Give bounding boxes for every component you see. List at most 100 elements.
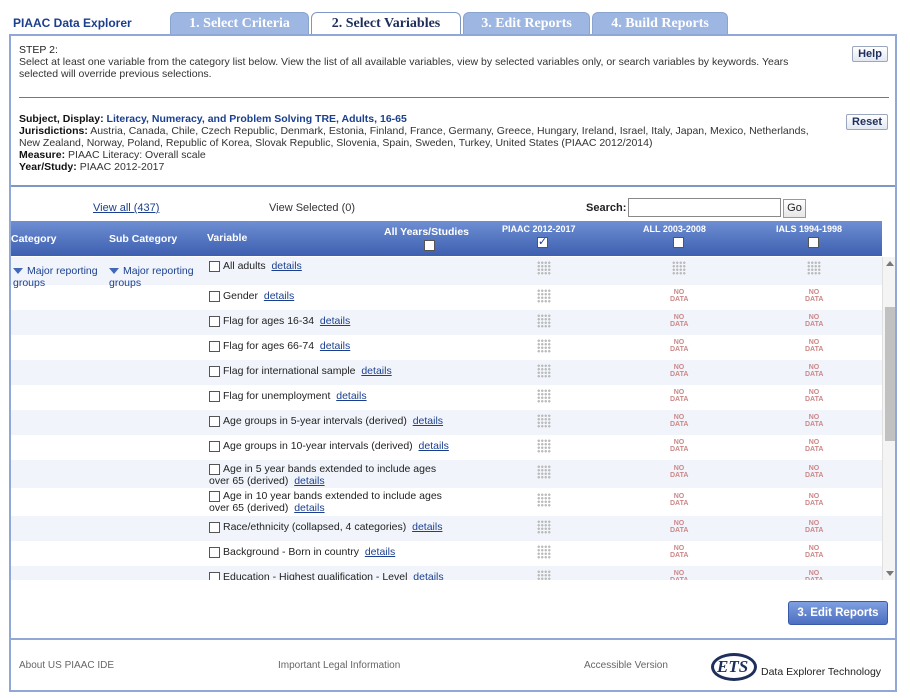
details-link[interactable]: details [413, 415, 443, 427]
variable-checkbox[interactable] [209, 390, 220, 402]
no-data-icon: NODATA [805, 389, 824, 403]
details-link[interactable]: details [320, 340, 350, 352]
variable-checkbox[interactable] [209, 521, 220, 533]
list-scrollbar[interactable] [882, 257, 895, 580]
step-text: Select at least one variable from the ca… [19, 56, 789, 80]
grid-icon[interactable] [537, 389, 551, 403]
edit-reports-button[interactable]: 3. Edit Reports [788, 601, 888, 625]
no-data-icon: NODATA [670, 465, 689, 479]
grid-icon[interactable] [807, 261, 821, 275]
grid-icon[interactable] [537, 364, 551, 378]
no-data-icon: NODATA [670, 520, 689, 534]
accessible-version-link[interactable]: Accessible Version [584, 660, 668, 671]
variable-checkbox[interactable] [209, 463, 220, 475]
grid-icon[interactable] [537, 520, 551, 534]
details-link[interactable]: details [264, 290, 294, 302]
details-link[interactable]: details [413, 571, 443, 580]
variable-checkbox[interactable] [209, 315, 220, 327]
table-row: Major reporting groups Major reporting g… [11, 257, 882, 289]
grid-icon[interactable] [537, 339, 551, 353]
no-data-icon: NODATA [805, 414, 824, 428]
tab-select-variables[interactable]: 2. Select Variables [311, 12, 461, 35]
go-button[interactable]: Go [783, 199, 806, 218]
tab-build-reports[interactable]: 4. Build Reports [592, 12, 728, 34]
footer-divider [11, 638, 895, 640]
grid-icon[interactable] [537, 493, 551, 507]
variable-checkbox[interactable] [209, 440, 220, 452]
no-data-icon: NODATA [805, 465, 824, 479]
scroll-up-icon[interactable] [886, 261, 894, 266]
variable-checkbox[interactable] [209, 290, 220, 302]
all-years-checkbox[interactable] [424, 240, 435, 251]
table-row: Flag for ages 66-74 details NO DATA NO DAT… [11, 335, 882, 360]
details-link[interactable]: details [271, 260, 301, 272]
table-header: Category Sub Category Variable All Years… [11, 221, 882, 256]
no-data-icon: NODATA [670, 364, 689, 378]
details-link[interactable]: details [294, 475, 324, 487]
header-all-2003: ALL 2003-2008 [643, 224, 706, 234]
grid-icon[interactable] [537, 570, 551, 580]
table-row: Age in 5 year bands extended to include … [11, 460, 882, 488]
no-data-icon: NODATA [670, 314, 689, 328]
details-link[interactable]: details [365, 546, 395, 558]
details-link[interactable]: details [412, 521, 442, 533]
no-data-icon: NODATA [670, 493, 689, 507]
variable-checkbox[interactable] [209, 415, 220, 427]
grid-icon[interactable] [537, 439, 551, 453]
variable-item: Flag for ages 16-34 details [209, 315, 350, 327]
search-input[interactable] [628, 198, 781, 217]
piaac-checkbox[interactable] [537, 235, 548, 248]
grid-icon[interactable] [537, 289, 551, 303]
table-row: Flag for unemployment details NO DATA NO D… [11, 385, 882, 410]
subject-key: Subject, Display: [19, 113, 104, 125]
ials-checkbox[interactable] [808, 237, 819, 248]
jurisdictions-key: Jurisdictions: [19, 125, 88, 137]
scroll-thumb[interactable] [885, 307, 895, 441]
reset-button[interactable]: Reset [846, 114, 888, 130]
selection-summary: Subject, Display: Literacy, Numeracy, an… [19, 113, 819, 173]
table-row: Gender details NO DATA NO DATA [11, 285, 882, 310]
table-row: Flag for ages 16-34 details NO DATA NO DAT… [11, 310, 882, 335]
header-category: Category [11, 233, 57, 245]
table-row: Background - Born in country details NO D… [11, 541, 882, 566]
variable-item: Flag for international sample details [209, 365, 392, 377]
details-link[interactable]: details [336, 390, 366, 402]
grid-icon[interactable] [537, 414, 551, 428]
variables-list: Major reporting groups Major reporting g… [11, 257, 882, 580]
table-row: Flag for international sample details NO… [11, 360, 882, 385]
help-button[interactable]: Help [852, 46, 888, 62]
table-row: Age groups in 5-year intervals (derived)… [11, 410, 882, 435]
details-link[interactable]: details [320, 315, 350, 327]
details-link[interactable]: details [294, 502, 324, 514]
view-selected-link[interactable]: View Selected (0) [269, 202, 355, 214]
table-row: Age in 10 year bands extended to include… [11, 488, 882, 516]
header-ials: IALS 1994-1998 [776, 224, 843, 234]
section-separator [11, 185, 895, 187]
variable-checkbox[interactable] [209, 260, 220, 272]
about-link[interactable]: About US PIAAC IDE [19, 660, 114, 671]
variable-checkbox[interactable] [209, 490, 220, 502]
variable-item: Flag for unemployment details [209, 390, 367, 402]
variable-checkbox[interactable] [209, 571, 220, 580]
variable-item: Age groups in 10-year intervals (derived… [209, 440, 449, 452]
header-variable: Variable [207, 232, 248, 244]
all-2003-checkbox[interactable] [673, 237, 684, 248]
details-link[interactable]: details [361, 365, 391, 377]
legal-link[interactable]: Important Legal Information [278, 660, 400, 671]
grid-icon[interactable] [537, 545, 551, 559]
grid-icon[interactable] [537, 314, 551, 328]
year-value: PIAAC 2012-2017 [79, 161, 165, 173]
grid-icon[interactable] [537, 465, 551, 479]
scroll-down-icon[interactable] [886, 571, 894, 576]
variable-checkbox[interactable] [209, 365, 220, 377]
variable-checkbox[interactable] [209, 546, 220, 558]
variable-checkbox[interactable] [209, 340, 220, 352]
details-link[interactable]: details [419, 440, 449, 452]
view-all-link[interactable]: View all (437) [93, 202, 159, 214]
grid-icon[interactable] [672, 261, 686, 275]
no-data-icon: NODATA [670, 389, 689, 403]
tab-select-criteria[interactable]: 1. Select Criteria [170, 12, 309, 34]
step-heading: STEP 2: [19, 44, 58, 56]
tab-edit-reports[interactable]: 3. Edit Reports [463, 12, 590, 34]
grid-icon[interactable] [537, 261, 551, 275]
